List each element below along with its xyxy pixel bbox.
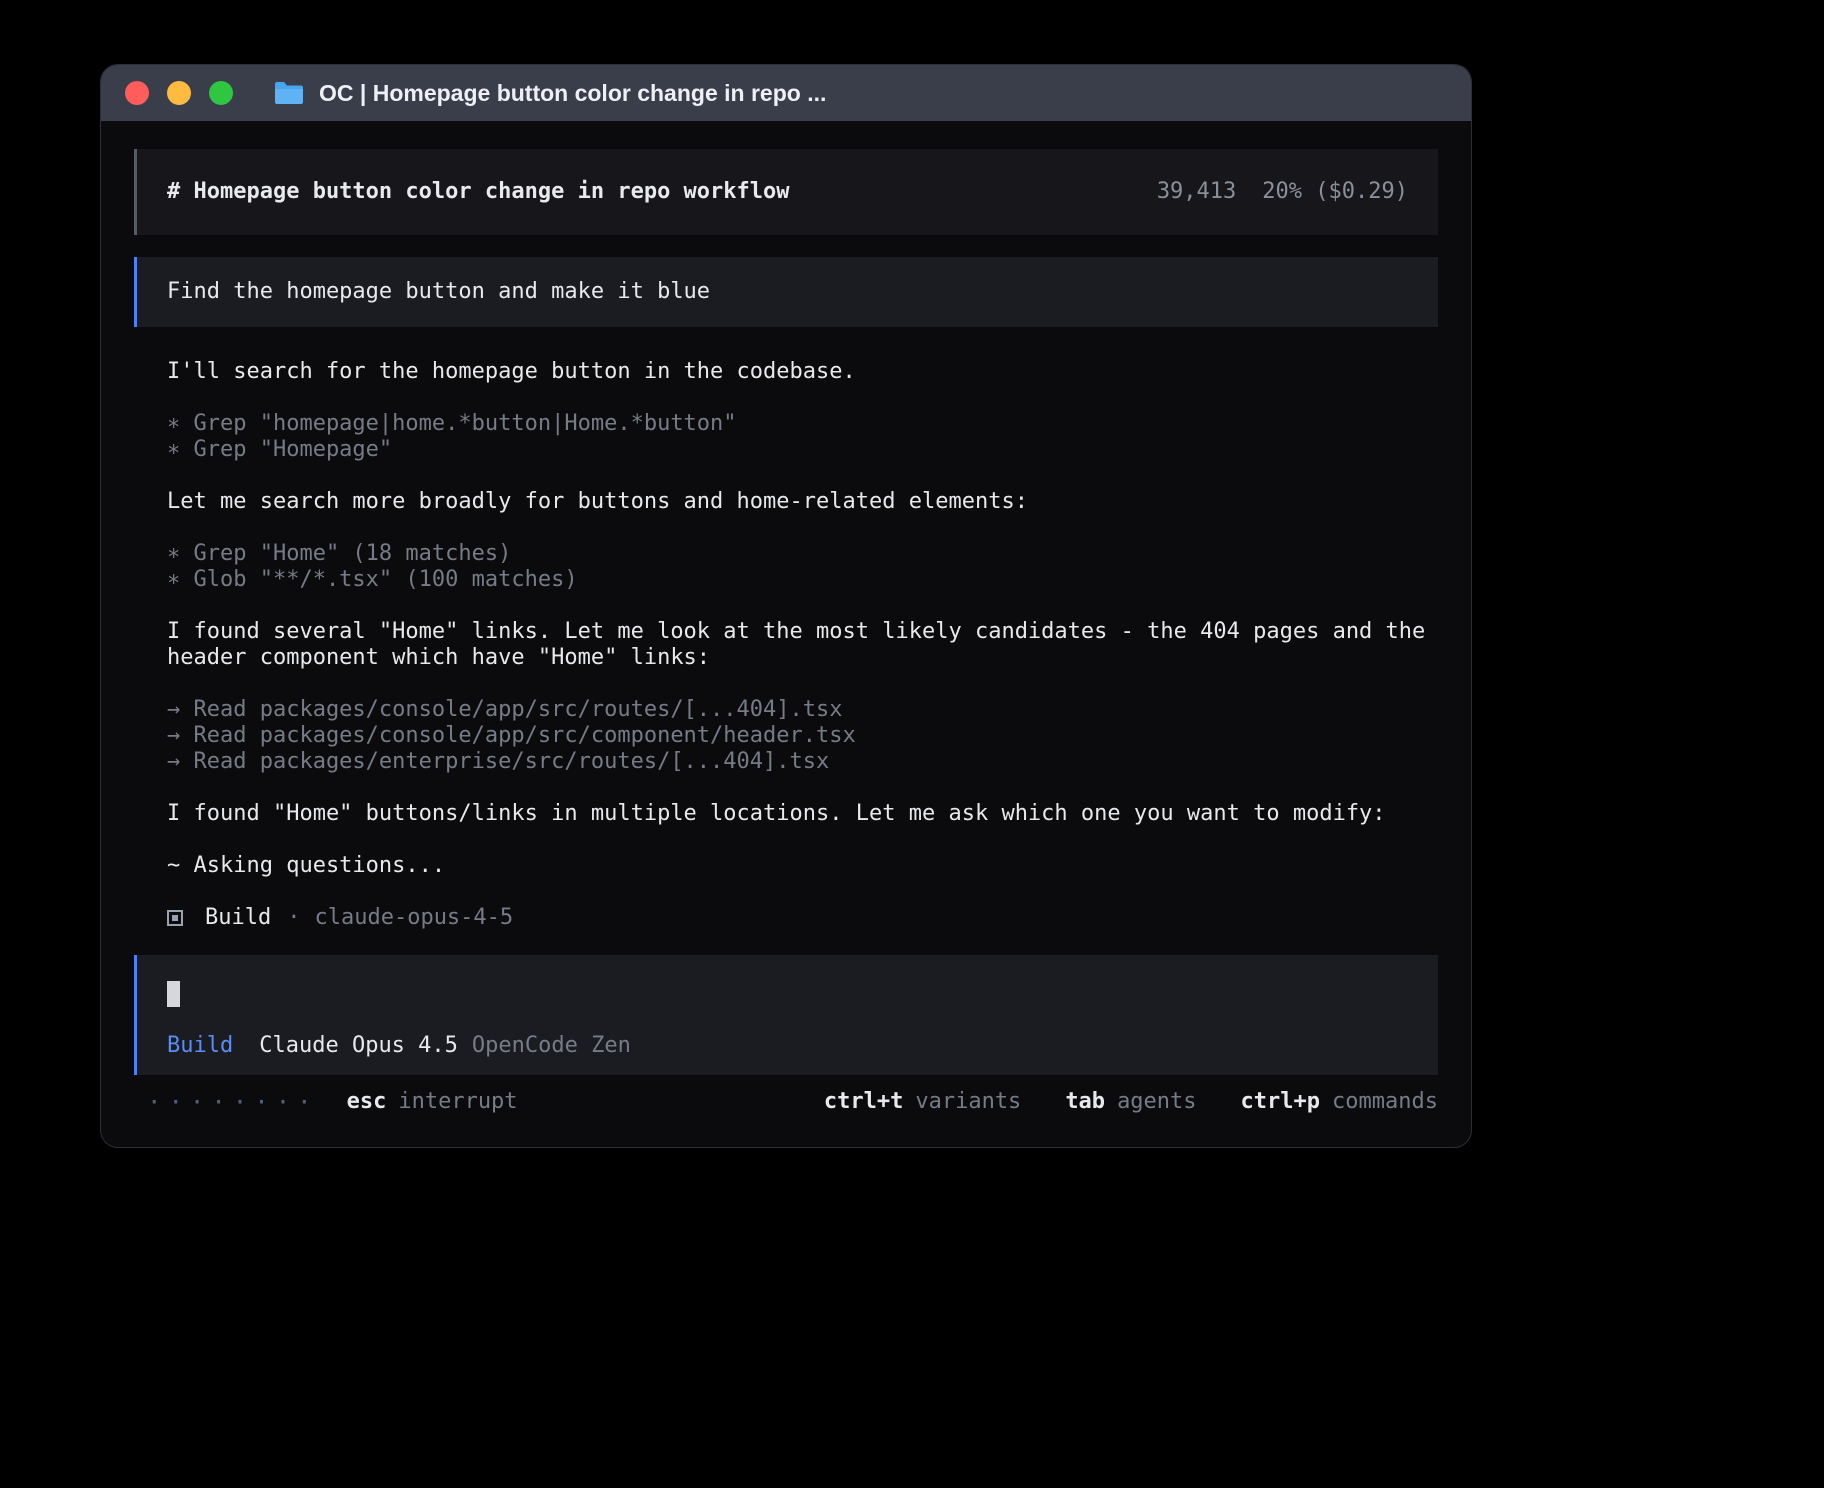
assistant-text: Let me search more broadly for buttons a… — [167, 489, 1428, 515]
status-left: ········ esc interrupt — [134, 1089, 518, 1115]
hint-label: agents — [1117, 1089, 1196, 1115]
tool-call-grep: ∗ Grep "Homepage" — [167, 437, 1428, 463]
assistant-text: I found several "Home" links. Let me loo… — [167, 619, 1428, 671]
assistant-text: I'll search for the homepage button in t… — [167, 359, 1428, 385]
folder-icon — [273, 80, 305, 106]
hint-label: variants — [915, 1089, 1021, 1115]
assistant-text: I found "Home" buttons/links in multiple… — [167, 801, 1428, 827]
user-message-text: Find the homepage button and make it blu… — [167, 279, 710, 304]
token-count: 39,413 — [1157, 179, 1236, 205]
hint-key: ctrl+t — [824, 1089, 903, 1115]
terminal-window: OC | Homepage button color change in rep… — [100, 64, 1472, 1148]
assistant-status-text: ~ Asking questions... — [167, 853, 1428, 879]
agent-status-line: Build · claude-opus-4-5 — [167, 905, 1428, 931]
spinner-dots-icon: ········ — [147, 1089, 319, 1115]
session-title: # Homepage button color change in repo w… — [167, 179, 790, 205]
tool-call-read: → Read packages/console/app/src/routes/[… — [167, 697, 1428, 723]
zoom-window-button[interactable] — [209, 81, 233, 105]
tool-call-read: → Read packages/console/app/src/componen… — [167, 723, 1428, 749]
tool-call-grep: ∗ Grep "homepage|home.*button|Home.*butt… — [167, 411, 1428, 437]
hint-label: commands — [1332, 1089, 1438, 1115]
hint-key: tab — [1065, 1089, 1105, 1115]
context-usage: 20% ($0.29) — [1262, 179, 1408, 205]
session-header: # Homepage button color change in repo w… — [134, 149, 1438, 235]
esc-key-hint: esc — [347, 1089, 387, 1115]
build-square-icon — [167, 910, 183, 926]
separator-dot: · — [287, 905, 300, 931]
status-bar: ········ esc interrupt ctrl+t variants t… — [134, 1089, 1438, 1115]
window-title: OC | Homepage button color change in rep… — [319, 80, 826, 107]
transcript: I'll search for the homepage button in t… — [134, 359, 1438, 931]
model-indicator: Claude Opus 4.5 — [259, 1033, 458, 1059]
session-stats: 39,413 20% ($0.29) — [1157, 179, 1408, 205]
tool-call-grep: ∗ Grep "Home" (18 matches) — [167, 541, 1428, 567]
titlebar[interactable]: OC | Homepage button color change in rep… — [101, 65, 1471, 121]
mode-indicator: Build — [167, 1033, 233, 1059]
tool-call-glob: ∗ Glob "**/*.tsx" (100 matches) — [167, 567, 1428, 593]
esc-key-label: interrupt — [398, 1089, 517, 1115]
status-right: ctrl+t variants tab agents ctrl+p comman… — [824, 1089, 1438, 1115]
assistant-paragraph: I found several "Home" links. Let me loo… — [167, 619, 1428, 671]
text-cursor — [167, 981, 180, 1007]
tool-call-read: → Read packages/enterprise/src/routes/[.… — [167, 749, 1428, 775]
assistant-paragraph: I found "Home" buttons/links in multiple… — [167, 801, 1428, 827]
tool-call-group: ∗ Grep "homepage|home.*button|Home.*butt… — [167, 411, 1428, 463]
agent-name: Build — [205, 905, 271, 931]
prompt-input[interactable]: Build Claude Opus 4.5 OpenCode Zen — [134, 955, 1438, 1075]
traffic-lights — [125, 81, 233, 105]
assistant-paragraph: I'll search for the homepage button in t… — [167, 359, 1428, 385]
hint-agents: tab agents — [1065, 1089, 1196, 1115]
tool-call-group: → Read packages/console/app/src/routes/[… — [167, 697, 1428, 775]
minimize-window-button[interactable] — [167, 81, 191, 105]
user-message: Find the homepage button and make it blu… — [134, 257, 1438, 327]
input-footer: Build Claude Opus 4.5 OpenCode Zen — [167, 1033, 1408, 1059]
hint-variants: ctrl+t variants — [824, 1089, 1021, 1115]
close-window-button[interactable] — [125, 81, 149, 105]
assistant-paragraph: ~ Asking questions... — [167, 853, 1428, 879]
hint-commands: ctrl+p commands — [1241, 1089, 1438, 1115]
agent-model: claude-opus-4-5 — [314, 905, 513, 931]
hint-key: ctrl+p — [1241, 1089, 1320, 1115]
provider-indicator: OpenCode Zen — [472, 1033, 631, 1059]
tool-call-group: ∗ Grep "Home" (18 matches) ∗ Glob "**/*.… — [167, 541, 1428, 593]
assistant-paragraph: Let me search more broadly for buttons a… — [167, 489, 1428, 515]
